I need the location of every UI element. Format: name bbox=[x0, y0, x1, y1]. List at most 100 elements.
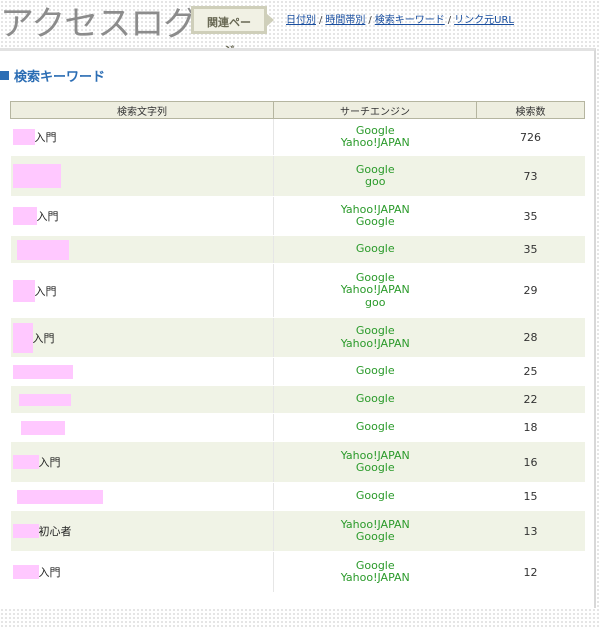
redacted-keyword-block bbox=[12, 322, 33, 353]
keyword-cell bbox=[10, 235, 274, 264]
engine-name: goo bbox=[365, 295, 386, 309]
keyword-cell: 入門 bbox=[10, 441, 274, 483]
redacted-keyword-block bbox=[12, 129, 35, 145]
engine-cell: Google bbox=[273, 413, 477, 442]
engine-cell: Yahoo!JAPAN Google bbox=[273, 196, 477, 236]
engine-name: Yahoo!JAPAN bbox=[340, 571, 410, 584]
engine-name: Google bbox=[355, 461, 395, 474]
engine-cell: Google Yahoo!JAPAN bbox=[273, 317, 477, 358]
keyword-cell bbox=[10, 413, 274, 442]
engine-name: Google bbox=[355, 392, 395, 406]
page-header: アクセスログ 関連ページ 日付別/時間帯別/検索キーワード/リンク元URL bbox=[0, 0, 600, 57]
engine-cell: Google bbox=[273, 357, 477, 386]
nav-link-search-keywords[interactable]: 検索キーワード bbox=[375, 15, 445, 26]
search-count: 35 bbox=[476, 235, 585, 264]
section-heading: 検索キーワード bbox=[0, 66, 105, 85]
search-count: 726 bbox=[476, 118, 585, 156]
keyword-cell bbox=[10, 385, 274, 414]
redacted-keyword-block bbox=[12, 364, 73, 379]
search-count: 12 bbox=[476, 551, 585, 593]
nav-separator: / bbox=[319, 15, 323, 26]
redacted-keyword-block bbox=[12, 164, 61, 188]
redacted-keyword-block bbox=[18, 393, 71, 406]
search-count: 73 bbox=[476, 155, 585, 197]
square-bullet-icon bbox=[0, 71, 9, 80]
column-header-count: 検索数 bbox=[476, 101, 585, 119]
table-row: 入門 Google Yahoo!JAPAN 726 bbox=[10, 118, 585, 156]
engine-name: Google bbox=[355, 242, 395, 256]
search-count: 13 bbox=[476, 510, 585, 552]
search-count: 29 bbox=[476, 263, 585, 318]
table-row: Google 25 bbox=[10, 357, 585, 386]
engine-name: Google bbox=[355, 420, 395, 434]
engine-cell: Google Yahoo!JAPAN goo bbox=[273, 263, 477, 318]
column-header-engine: サーチエンジン bbox=[273, 101, 477, 119]
keyword-cell bbox=[10, 482, 274, 511]
section-title: 検索キーワード bbox=[14, 70, 106, 85]
keyword-cell: 初心者 bbox=[10, 510, 274, 552]
redacted-keyword-block bbox=[12, 207, 37, 225]
engine-name: Yahoo!JAPAN bbox=[340, 336, 410, 350]
keyword-cell: 入門 bbox=[10, 317, 274, 358]
engine-cell: Google bbox=[273, 482, 477, 511]
keyword-cell: 入門 bbox=[10, 263, 274, 318]
keyword-cell bbox=[10, 357, 274, 386]
keyword-text: 入門 bbox=[38, 456, 61, 469]
table-header-row: 検索文字列 サーチエンジン 検索数 bbox=[10, 101, 585, 119]
keyword-text: 初心者 bbox=[38, 525, 72, 538]
keyword-text: 入門 bbox=[34, 131, 57, 144]
engine-name: goo bbox=[365, 175, 386, 188]
engine-name: Yahoo!JAPAN bbox=[340, 283, 410, 297]
engine-cell: Yahoo!JAPAN Google bbox=[273, 441, 477, 483]
keyword-text: 入門 bbox=[32, 331, 55, 345]
related-pages-tab: 関連ページ bbox=[191, 6, 274, 57]
engine-cell: Yahoo!JAPAN Google bbox=[273, 510, 477, 552]
nav-link-referrer-url[interactable]: リンク元URL bbox=[454, 15, 514, 26]
table-row: 入門 Yahoo!JAPAN Google 35 bbox=[10, 196, 585, 236]
redacted-keyword-block bbox=[12, 524, 39, 538]
engine-cell: Google Yahoo!JAPAN bbox=[273, 118, 477, 156]
engine-name: Google bbox=[355, 489, 395, 503]
table-row: Google goo 73 bbox=[10, 155, 585, 197]
table-row: 初心者 Yahoo!JAPAN Google 13 bbox=[10, 510, 585, 552]
search-count: 18 bbox=[476, 413, 585, 442]
search-count: 22 bbox=[476, 385, 585, 414]
nav-link-by-date[interactable]: 日付別 bbox=[286, 15, 316, 26]
nav-link-by-hour[interactable]: 時間帯別 bbox=[325, 15, 365, 26]
keyword-cell: 入門 bbox=[10, 551, 274, 593]
column-header-keyword: 検索文字列 bbox=[10, 101, 274, 119]
keyword-text: 入門 bbox=[38, 566, 61, 579]
engine-cell: Google Yahoo!JAPAN bbox=[273, 551, 477, 593]
table-row: Google 15 bbox=[10, 482, 585, 511]
engine-name: Google bbox=[355, 530, 395, 543]
table-row: 入門 Google Yahoo!JAPAN goo 29 bbox=[10, 263, 585, 318]
redacted-keyword-block bbox=[12, 565, 39, 579]
redacted-keyword-block bbox=[12, 279, 35, 302]
engine-name: Google bbox=[355, 215, 395, 228]
engine-cell: Google goo bbox=[273, 155, 477, 197]
keyword-cell: 入門 bbox=[10, 196, 274, 236]
table-row: Google 22 bbox=[10, 385, 585, 414]
search-count: 16 bbox=[476, 441, 585, 483]
related-nav: 日付別 / 時間帯別 / 検索キーワード / リンク元URL bbox=[286, 11, 514, 26]
table-row: Google 35 bbox=[10, 235, 585, 264]
redacted-keyword-block bbox=[16, 489, 103, 504]
search-count: 35 bbox=[476, 196, 585, 236]
redacted-keyword-block bbox=[16, 239, 69, 260]
keyword-cell bbox=[10, 155, 274, 197]
nav-separator: / bbox=[447, 15, 452, 26]
search-count: 15 bbox=[476, 482, 585, 511]
keyword-table-body: 入門 Google Yahoo!JAPAN 726 Google goo 73 入門 Yahoo… bbox=[10, 118, 585, 593]
engine-cell: Google bbox=[273, 235, 477, 264]
table-row: Google 18 bbox=[10, 413, 585, 442]
engine-name: Google bbox=[355, 324, 395, 337]
search-count: 25 bbox=[476, 357, 585, 386]
redacted-keyword-block bbox=[12, 455, 39, 469]
site-title: アクセスログ bbox=[0, 4, 197, 44]
redacted-keyword-block bbox=[20, 420, 65, 435]
engine-name: Yahoo!JAPAN bbox=[340, 136, 410, 149]
table-row: 入門 Yahoo!JAPAN Google 16 bbox=[10, 441, 585, 483]
table-row: 入門 Google Yahoo!JAPAN 28 bbox=[10, 317, 585, 358]
content-panel: 検索キーワード 検索文字列 サーチエンジン 検索数 入門 Google Yahoo!… bbox=[0, 48, 596, 608]
nav-separator: / bbox=[368, 15, 372, 26]
